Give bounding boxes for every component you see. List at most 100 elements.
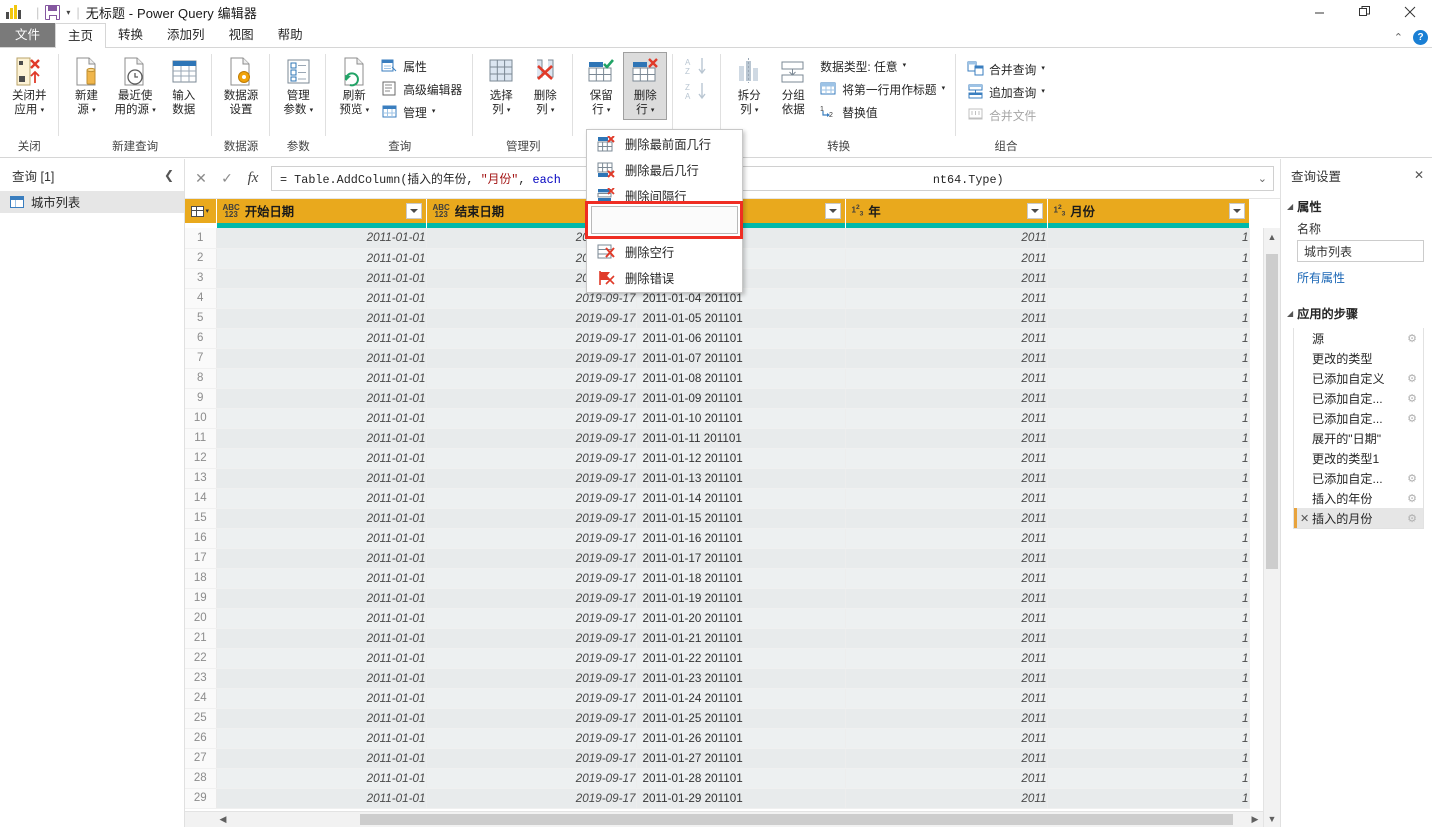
table-cell[interactable]: 2019-09-17 <box>426 408 637 429</box>
table-cell[interactable]: 2019-09-17 <box>426 488 637 509</box>
table-row[interactable]: 14 2011-01-01 2019-09-17 2011-01-14 201101 2… <box>185 488 1250 509</box>
table-cell[interactable]: 2011-01-06 201101 <box>636 328 846 349</box>
table-row[interactable]: 24 2011-01-01 2019-09-17 2011-01-24 201101 2… <box>185 688 1250 709</box>
table-cell[interactable]: 2019-09-17 <box>426 568 637 589</box>
row-number[interactable]: 9 <box>185 388 217 409</box>
table-cell[interactable]: 2011 <box>845 428 1048 449</box>
table-cell[interactable]: 2011-01-16 201101 <box>636 528 846 549</box>
row-number[interactable]: 29 <box>185 788 217 809</box>
column-header-start-date[interactable]: ABC 123 开始日期 <box>216 199 427 223</box>
table-cell[interactable]: 2019-09-17 <box>426 708 637 729</box>
table-cell[interactable]: 2019-09-17 <box>426 668 637 689</box>
table-cell[interactable]: 2019-09-17 <box>426 748 637 769</box>
table-cell[interactable]: 2011 <box>845 508 1048 529</box>
table-cell[interactable]: 1 <box>1047 688 1250 709</box>
tab-view[interactable]: 视图 <box>217 23 266 47</box>
table-cell[interactable]: 2011-01-27 201101 <box>636 748 846 769</box>
all-properties-link[interactable]: 所有属性 <box>1281 269 1432 286</box>
row-number[interactable]: 28 <box>185 768 217 789</box>
row-number[interactable]: 25 <box>185 708 217 729</box>
table-row[interactable]: 6 2011-01-01 2019-09-17 2011-01-06 201101 20… <box>185 328 1250 349</box>
scroll-right-arrow-icon[interactable]: ▶ <box>1247 812 1263 827</box>
table-row[interactable]: 11 2011-01-01 2019-09-17 2011-01-11 201101 2… <box>185 428 1250 449</box>
table-row[interactable]: 17 2011-01-01 2019-09-17 2011-01-17 201101 2… <box>185 548 1250 569</box>
menu-item-remove-top-rows[interactable]: 删除最前面几行 <box>587 131 742 157</box>
table-cell[interactable]: 2011-01-22 201101 <box>636 648 846 669</box>
table-cell[interactable]: 2011-01-08 201101 <box>636 368 846 389</box>
row-number[interactable]: 8 <box>185 368 217 389</box>
table-cell[interactable]: 2011 <box>845 468 1048 489</box>
table-cell[interactable]: 1 <box>1047 788 1250 809</box>
applied-step[interactable]: 更改的类型 <box>1294 348 1423 368</box>
advanced-editor-button[interactable]: 高级编辑器 <box>376 78 467 101</box>
table-cell[interactable]: 2011-01-18 201101 <box>636 568 846 589</box>
table-row[interactable]: 19 2011-01-01 2019-09-17 2011-01-19 201101 2… <box>185 588 1250 609</box>
table-cell[interactable]: 2011-01-17 201101 <box>636 548 846 569</box>
gear-icon[interactable]: ⚙ <box>1407 492 1417 505</box>
table-cell[interactable]: 2011-01-10 201101 <box>636 408 846 429</box>
applied-steps-section-header[interactable]: ◢ 应用的步骤 <box>1281 298 1432 324</box>
formula-expand-icon[interactable]: ⌄ <box>1258 172 1267 185</box>
table-cell[interactable]: 2011-01-01 <box>216 548 427 569</box>
table-cell[interactable]: 2011 <box>845 488 1048 509</box>
table-cell[interactable]: 2019-09-17 <box>426 348 637 369</box>
properties-section-header[interactable]: ◢ 属性 <box>1281 191 1432 217</box>
formula-fx-icon[interactable]: fx <box>245 170 261 187</box>
keep-rows-button[interactable]: 保留行 ▾ <box>579 52 623 120</box>
applied-step[interactable]: ✕ 插入的月份 ⚙ <box>1294 508 1423 528</box>
row-number[interactable]: 19 <box>185 588 217 609</box>
row-number[interactable]: 22 <box>185 648 217 669</box>
row-number[interactable]: 7 <box>185 348 217 369</box>
row-number[interactable]: 6 <box>185 328 217 349</box>
table-cell[interactable]: 1 <box>1047 388 1250 409</box>
table-row[interactable]: 28 2011-01-01 2019-09-17 2011-01-28 201101 2… <box>185 768 1250 789</box>
row-number[interactable]: 13 <box>185 468 217 489</box>
table-cell[interactable]: 2011 <box>845 228 1048 249</box>
table-cell[interactable]: 1 <box>1047 708 1250 729</box>
table-cell[interactable]: 2011 <box>845 388 1048 409</box>
table-cell[interactable]: 2011 <box>845 708 1048 729</box>
row-number[interactable]: 17 <box>185 548 217 569</box>
table-cell[interactable]: 2011-01-01 <box>216 748 427 769</box>
applied-step[interactable]: 更改的类型1 <box>1294 448 1423 468</box>
append-queries-button[interactable]: 追加查询 ▾ <box>962 81 1050 104</box>
table-cell[interactable]: 2011 <box>845 628 1048 649</box>
table-cell[interactable]: 2011-01-01 <box>216 468 427 489</box>
table-cell[interactable]: 2019-09-17 <box>426 368 637 389</box>
table-cell[interactable]: 2011 <box>845 268 1048 289</box>
table-row[interactable]: 25 2011-01-01 2019-09-17 2011-01-25 201101 2… <box>185 708 1250 729</box>
vertical-scrollbar[interactable]: ▲ ▼ <box>1263 228 1280 827</box>
table-cell[interactable]: 2011-01-13 201101 <box>636 468 846 489</box>
query-item-city-list[interactable]: 城市列表 <box>0 191 184 213</box>
properties-button[interactable]: 属性 <box>376 55 467 78</box>
column-filter-button-year-month[interactable] <box>824 203 841 219</box>
table-cell[interactable]: 2011 <box>845 748 1048 769</box>
gear-icon[interactable]: ⚙ <box>1407 412 1417 425</box>
table-row[interactable]: 7 2011-01-01 2019-09-17 2011-01-07 201101 20… <box>185 348 1250 369</box>
tab-add-column[interactable]: 添加列 <box>155 23 217 47</box>
table-cell[interactable]: 2011-01-01 <box>216 248 427 269</box>
table-cell[interactable]: 2011 <box>845 248 1048 269</box>
merge-queries-button[interactable]: 合并查询 ▾ <box>962 58 1050 81</box>
sort-descending-button[interactable]: ZA <box>679 81 715 104</box>
scroll-left-arrow-icon[interactable]: ◀ <box>215 812 231 827</box>
table-row[interactable]: 5 2011-01-01 2019-09-17 2011-01-05 201101 20… <box>185 308 1250 329</box>
table-cell[interactable]: 2011-01-01 <box>216 228 427 249</box>
table-cell[interactable]: 2011-01-01 <box>216 388 427 409</box>
applied-step[interactable]: 已添加自定... ⚙ <box>1294 468 1423 488</box>
column-filter-button-year[interactable] <box>1026 203 1043 219</box>
chevron-down-icon[interactable]: ▾ <box>310 107 314 114</box>
table-row[interactable]: 23 2011-01-01 2019-09-17 2011-01-23 201101 2… <box>185 668 1250 689</box>
table-cell[interactable]: 2011-01-25 201101 <box>636 708 846 729</box>
table-cell[interactable]: 1 <box>1047 368 1250 389</box>
table-cell[interactable]: 1 <box>1047 348 1250 369</box>
remove-rows-menu[interactable]: 删除最前面几行 删除最后几行 删除间隔行 删除重复项 删除空行 删除错误 <box>586 129 743 293</box>
row-number[interactable]: 4 <box>185 288 217 309</box>
column-header-year[interactable]: 123 年 <box>845 199 1048 223</box>
row-number[interactable]: 20 <box>185 608 217 629</box>
table-cell[interactable]: 2011-01-05 201101 <box>636 308 846 329</box>
split-column-button[interactable]: 拆分列 ▾ <box>727 52 771 120</box>
table-cell[interactable]: 2011-01-01 <box>216 368 427 389</box>
table-cell[interactable]: 1 <box>1047 608 1250 629</box>
close-and-apply-button[interactable]: 关闭并 应用 ▾ <box>6 52 53 120</box>
